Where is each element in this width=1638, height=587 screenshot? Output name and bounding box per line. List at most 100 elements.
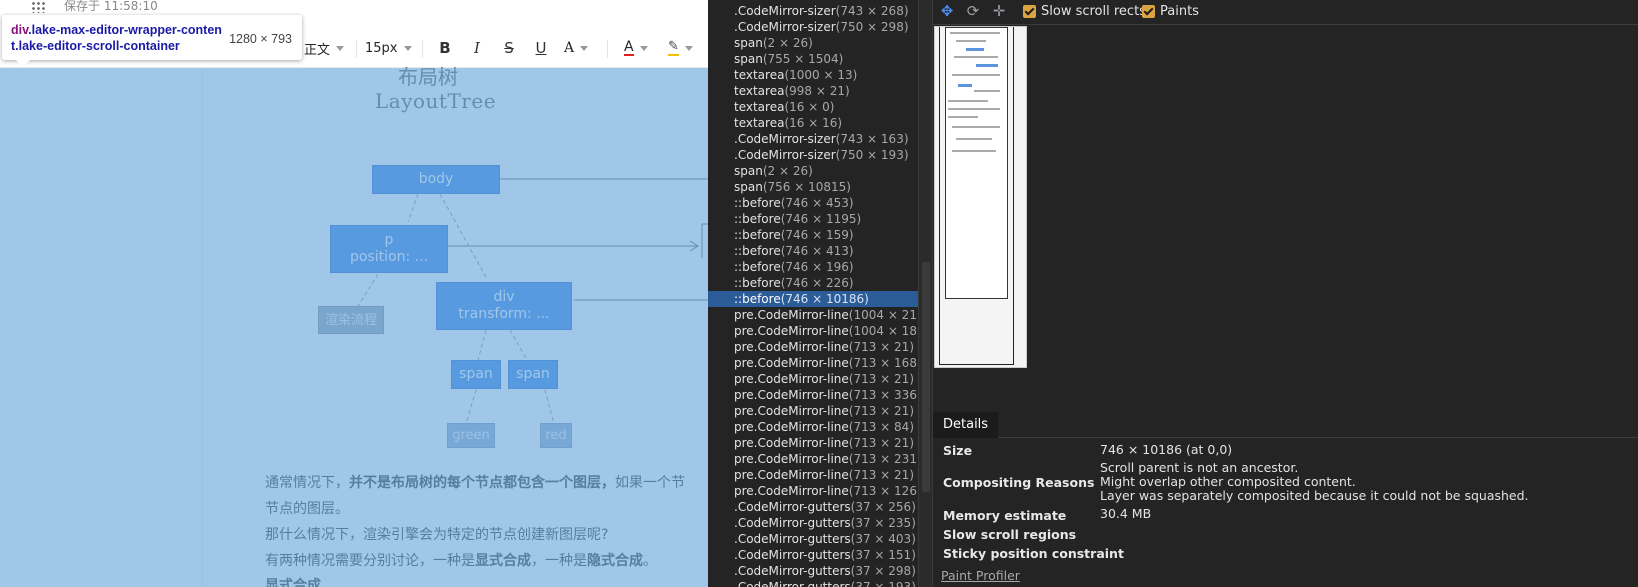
mini-node — [958, 84, 972, 87]
paragraph-style-select[interactable]: 正文 — [304, 38, 345, 58]
layer-tree-row[interactable]: pre.CodeMirror-line(713 × 231) — [708, 451, 918, 467]
layer-tree-row[interactable]: .CodeMirror-gutters(37 × 298) — [708, 563, 918, 579]
layer-tree-row[interactable]: ::before(746 × 10186) — [708, 291, 918, 307]
layer-tree-row[interactable]: .CodeMirror-sizer(750 × 193) — [708, 147, 918, 163]
paints-toggle[interactable]: Paints — [1142, 4, 1199, 19]
layer-tree-row[interactable]: .CodeMirror-gutters(37 × 256) — [708, 499, 918, 515]
layer-tree-row[interactable]: .CodeMirror-gutters(37 × 151) — [708, 547, 918, 563]
layer-tree-row[interactable]: .CodeMirror-gutters(37 × 403) — [708, 531, 918, 547]
paint-profiler-link[interactable]: Paint Profiler — [941, 568, 1020, 583]
layer-tree-row[interactable]: ::before(746 × 196) — [708, 259, 918, 275]
layer-tree-row[interactable]: .CodeMirror-gutters(37 × 235) — [708, 515, 918, 531]
underline-button[interactable]: U — [530, 38, 552, 58]
italic-button[interactable]: I — [466, 38, 488, 58]
layer-tree-row[interactable]: pre.CodeMirror-line(713 × 84) — [708, 419, 918, 435]
layer-tree-row[interactable]: pre.CodeMirror-line(713 × 21) — [708, 403, 918, 419]
font-color-icon: A — [624, 39, 634, 56]
detail-compositing-key: Compositing Reasons — [943, 475, 1095, 490]
layer-tree-row[interactable]: .CodeMirror-gutters(37 × 193) — [708, 579, 918, 587]
layer-tree-row[interactable]: textarea(16 × 16) — [708, 115, 918, 131]
layer-tree-row[interactable]: pre.CodeMirror-line(1004 × 21) — [708, 307, 918, 323]
layer-size: (746 × 413) — [780, 244, 854, 258]
rotate-mode-icon[interactable]: ⟳ — [963, 3, 983, 21]
layer-tree-row[interactable]: textarea(998 × 21) — [708, 83, 918, 99]
layer-name: .CodeMirror-sizer — [734, 148, 836, 162]
paragraph-1-c: 如果一个节 — [615, 475, 685, 491]
layer-tree-row[interactable]: span(755 × 1504) — [708, 51, 918, 67]
paints-checkbox[interactable] — [1142, 5, 1155, 18]
layer-size: (713 × 21) — [848, 468, 915, 482]
strikethrough-button[interactable]: S — [498, 38, 520, 58]
layer-size: (713 × 21) — [848, 340, 915, 354]
font-color-select[interactable]: A — [624, 38, 648, 58]
node-red: red — [540, 423, 572, 448]
layer-tree-row[interactable]: pre.CodeMirror-line(713 × 168) — [708, 355, 918, 371]
layer-tree-row[interactable]: .CodeMirror-sizer(750 × 298) — [708, 19, 918, 35]
layer-tree-row[interactable]: ::before(746 × 453) — [708, 195, 918, 211]
layer-tree-row[interactable]: ::before(746 × 413) — [708, 243, 918, 259]
paragraph-1: 通常情况下，并不是布局树的每个节点都包含一个图层，如果一个节 — [265, 472, 685, 492]
layer-tree-row[interactable]: span(756 × 10815) — [708, 179, 918, 195]
chevron-down-icon — [684, 45, 693, 51]
slow-scroll-checkbox[interactable] — [1023, 5, 1036, 18]
layer-name: ::before — [734, 292, 781, 306]
layer-size: (37 × 298) — [850, 564, 916, 578]
more-format-select[interactable]: A — [564, 38, 589, 58]
layer-name: ::before — [734, 212, 781, 226]
saved-status: 保存于 11:58:10 — [64, 0, 158, 13]
pan-mode-icon[interactable]: ✥ — [937, 3, 957, 21]
layer-tree-row[interactable]: ::before(746 × 226) — [708, 275, 918, 291]
layer-tree[interactable]: .CodeMirror-sizer(743 × 268) .CodeMirror-… — [708, 0, 918, 587]
detail-size-key: Size — [943, 443, 973, 458]
page-layer-thumbnail[interactable] — [934, 26, 1027, 368]
layer-name: textarea — [734, 116, 785, 130]
layer-size: (746 × 1195) — [780, 212, 862, 226]
layer-tree-row[interactable]: span(2 × 26) — [708, 35, 918, 51]
layer-tree-row[interactable]: span(2 × 26) — [708, 163, 918, 179]
layer-tree-scroll-thumb[interactable] — [922, 262, 930, 492]
paragraph-1-a: 通常情况下， — [265, 475, 349, 491]
layer-size: (1004 × 21) — [848, 308, 918, 322]
paragraph-2: 那什么情况下，渲染引擎会为特定的节点创建新图层呢? — [265, 527, 609, 543]
layer-tree-row[interactable]: pre.CodeMirror-line(1004 × 189) — [708, 323, 918, 339]
bold-button[interactable]: B — [434, 38, 456, 58]
layers-3d-view[interactable] — [933, 26, 1638, 410]
slow-scroll-rects-toggle[interactable]: Slow scroll rects — [1023, 4, 1146, 19]
mini-line — [956, 40, 986, 42]
tab-details[interactable]: Details — [933, 412, 999, 438]
chevron-down-icon — [639, 45, 648, 51]
layer-size: (37 × 235) — [850, 516, 916, 530]
mini-line — [956, 138, 992, 140]
layer-tree-row[interactable]: pre.CodeMirror-line(713 × 21) — [708, 371, 918, 387]
font-size-select[interactable]: 15px — [365, 38, 412, 58]
tooltip-arrow — [16, 60, 30, 67]
layer-name: pre.CodeMirror-line — [734, 340, 849, 354]
layer-tree-row[interactable]: textarea(16 × 0) — [708, 99, 918, 115]
toolbar-divider — [356, 40, 357, 58]
reset-transform-icon[interactable]: ✛ — [989, 3, 1009, 21]
node-p-detail: position: ... — [350, 249, 428, 265]
layer-tree-row[interactable]: ::before(746 × 159) — [708, 227, 918, 243]
layer-tree-row[interactable]: pre.CodeMirror-line(713 × 21) — [708, 339, 918, 355]
layer-size: (713 × 168) — [848, 356, 918, 370]
layer-tree-row[interactable]: pre.CodeMirror-line(713 × 336) — [708, 387, 918, 403]
mini-line — [952, 150, 996, 152]
layer-tree-row[interactable]: pre.CodeMirror-line(713 × 126) — [708, 483, 918, 499]
node-green-label: green — [452, 428, 490, 443]
layer-size: (37 × 193) — [850, 580, 916, 587]
layer-tree-row[interactable]: textarea(1000 × 13) — [708, 67, 918, 83]
apps-grid-icon[interactable] — [31, 1, 45, 13]
document-body[interactable]: 布局树 LayoutTree body p position: ... div … — [0, 65, 708, 587]
layer-name: .CodeMirror-gutters — [734, 516, 851, 530]
layer-tree-row[interactable]: ::before(746 × 1195) — [708, 211, 918, 227]
layer-tree-scrollbar[interactable] — [918, 0, 932, 587]
layer-tree-row[interactable]: pre.CodeMirror-line(713 × 21) — [708, 435, 918, 451]
detail-compositing-reason-3: Layer was separately composited because … — [1100, 488, 1529, 503]
layer-name: pre.CodeMirror-line — [734, 308, 849, 322]
layer-tree-row[interactable]: .CodeMirror-sizer(743 × 163) — [708, 131, 918, 147]
highlight-select[interactable]: ✎ — [668, 38, 693, 58]
layer-tree-row[interactable]: pre.CodeMirror-line(713 × 21) — [708, 467, 918, 483]
detail-compositing-reason-1: Scroll parent is not an ancestor. — [1100, 460, 1299, 475]
layer-tree-row[interactable]: .CodeMirror-sizer(743 × 268) — [708, 3, 918, 19]
node-green: green — [447, 423, 495, 448]
